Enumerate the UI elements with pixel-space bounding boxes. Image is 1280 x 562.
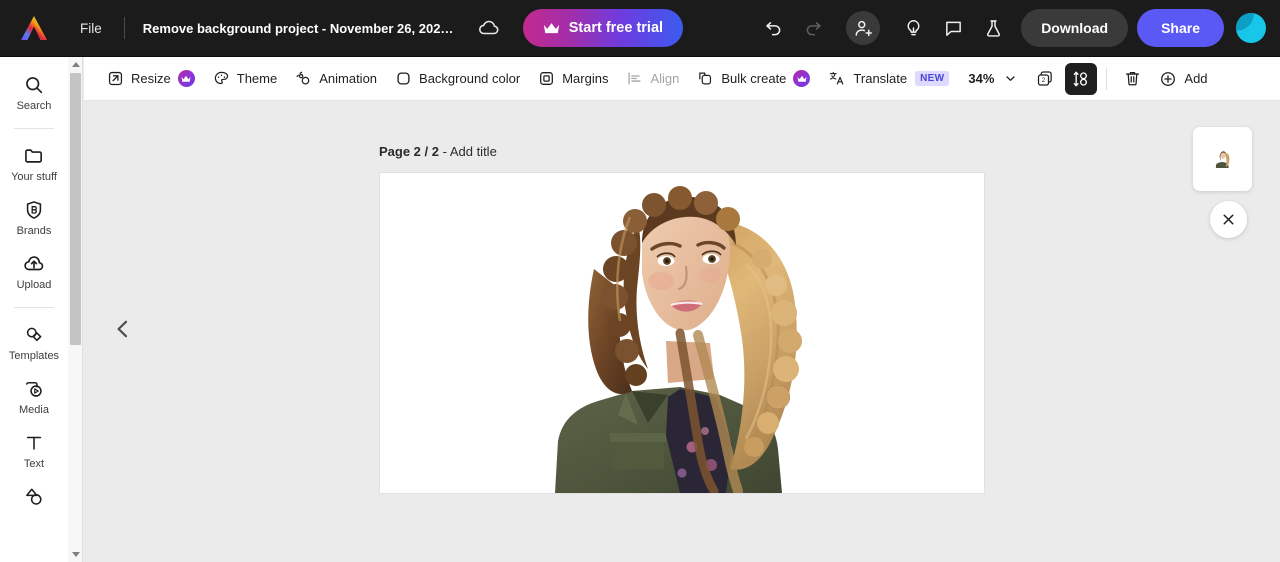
elements-shapes-icon: [23, 486, 45, 508]
flask-icon[interactable]: [976, 11, 1010, 45]
toolbar-label-translate: Translate: [853, 71, 908, 86]
sidebar-label-your-stuff: Your stuff: [11, 171, 57, 183]
top-bar: File Remove background project - Novembe…: [0, 0, 1280, 57]
svg-text:2: 2: [1042, 76, 1046, 83]
add-person-icon[interactable]: [846, 11, 881, 45]
sidebar-divider: [14, 128, 54, 129]
add-page-button[interactable]: Add: [1150, 63, 1216, 95]
folder-icon: [23, 145, 45, 167]
media-icon: [23, 378, 45, 400]
page-number-text: Page 2 / 2: [379, 144, 439, 159]
sidebar-label-media: Media: [19, 404, 49, 416]
share-button[interactable]: Share: [1137, 9, 1224, 47]
cloud-icon[interactable]: [473, 12, 505, 44]
premium-crown-icon: [793, 70, 811, 87]
toolbar-item-bulk-create[interactable]: Bulk create: [688, 63, 819, 95]
start-free-trial-label: Start free trial: [568, 20, 664, 36]
sidebar-item-search[interactable]: Search: [3, 67, 65, 119]
page-title-label[interactable]: Page 2 / 2 - Add title: [379, 144, 497, 159]
upload-cloud-icon: [23, 253, 45, 275]
previous-page-button[interactable]: [102, 308, 144, 350]
sidebar-label-text: Text: [23, 458, 45, 470]
toolbar-item-translate[interactable]: Translate NEW: [819, 63, 958, 95]
toolbar-label-margins: Margins: [562, 71, 609, 86]
sidebar-item-your-stuff[interactable]: Your stuff: [3, 138, 65, 190]
toolbar-label-resize: Resize: [131, 71, 171, 86]
scrollbar-thumb[interactable]: [70, 73, 81, 345]
sidebar-divider: [14, 307, 54, 308]
toolbar-label-animation: Animation: [319, 71, 378, 86]
adobe-express-logo[interactable]: [12, 6, 56, 50]
grid-view-icon[interactable]: [1065, 62, 1098, 95]
close-icon: [1220, 211, 1237, 228]
sidebar-label-search: Search: [16, 100, 52, 112]
search-icon: [23, 74, 45, 96]
user-avatar[interactable]: [1236, 13, 1266, 43]
new-badge: NEW: [915, 71, 950, 86]
canvas-stage: Page 2 / 2 - Add title: [84, 102, 1280, 562]
document-title[interactable]: Remove background project - November 26,…: [135, 15, 465, 42]
trash-icon[interactable]: [1116, 63, 1148, 95]
toolbar-label-theme: Theme: [236, 71, 278, 86]
brand-shield-icon: [23, 199, 45, 221]
toolbar-item-theme[interactable]: Theme: [204, 63, 286, 95]
zoom-level-value: 34%: [968, 71, 995, 86]
sidebar-item-media[interactable]: Media: [3, 371, 65, 423]
scroll-up-arrow-icon[interactable]: [68, 57, 83, 72]
toolbar-label-align: Align: [650, 71, 680, 86]
toolbar-label-background-color: Background color: [419, 71, 521, 86]
file-menu-button[interactable]: File: [68, 15, 114, 42]
sidebar-item-templates[interactable]: Templates: [3, 317, 65, 369]
undo-icon[interactable]: [756, 11, 790, 45]
lightbulb-icon[interactable]: [896, 11, 930, 45]
sidebar-scrollbar[interactable]: [68, 57, 83, 562]
add-title-text: - Add title: [438, 144, 497, 159]
chevron-down-icon: [1004, 72, 1017, 85]
animation-icon: [295, 70, 312, 87]
start-free-trial-button[interactable]: Start free trial: [522, 9, 684, 47]
left-sidebar: Search Your stuff Brands Upload Template…: [0, 57, 68, 562]
toolbar-item-resize[interactable]: Resize: [98, 63, 204, 95]
premium-crown-icon: [177, 70, 195, 87]
background-color-icon: [395, 70, 412, 87]
margins-icon: [538, 70, 555, 87]
text-icon: [23, 432, 45, 454]
palette-icon: [213, 70, 230, 87]
canvas-page[interactable]: [380, 173, 984, 493]
bulk-create-icon: [697, 70, 714, 87]
toolbar-item-align: Align: [617, 63, 688, 95]
align-icon: [626, 70, 643, 87]
sidebar-item-text[interactable]: Text: [3, 425, 65, 477]
zoom-level-control[interactable]: 34%: [958, 63, 1027, 95]
add-page-label: Add: [1184, 71, 1208, 86]
sidebar-label-upload: Upload: [16, 279, 52, 291]
toolbar-item-background-color[interactable]: Background color: [386, 63, 529, 95]
sidebar-label-brands: Brands: [16, 225, 52, 237]
page-thumbnail[interactable]: [1193, 127, 1252, 191]
sidebar-item-elements[interactable]: [3, 479, 65, 518]
download-button[interactable]: Download: [1021, 9, 1129, 47]
sidebar-item-brands[interactable]: Brands: [3, 192, 65, 244]
toolbar-label-bulk-create: Bulk create: [721, 71, 787, 86]
comment-icon[interactable]: [936, 11, 970, 45]
sidebar-item-upload[interactable]: Upload: [3, 246, 65, 298]
sidebar-label-templates: Templates: [8, 350, 60, 362]
chevron-left-icon: [111, 317, 135, 341]
header-divider: [123, 17, 125, 39]
redo-icon: [796, 11, 830, 45]
crown-icon: [543, 22, 560, 35]
canvas-portrait-image[interactable]: [380, 173, 984, 493]
templates-icon: [23, 324, 45, 346]
toolbar-item-margins[interactable]: Margins: [529, 63, 617, 95]
scroll-down-arrow-icon[interactable]: [68, 547, 83, 562]
pages-count-icon[interactable]: 2: [1029, 63, 1061, 95]
plus-circle-icon: [1159, 70, 1177, 88]
editor-toolbar: Resize Theme Animation Background color …: [84, 57, 1280, 101]
close-panel-button[interactable]: [1210, 201, 1247, 238]
page-thumbnail-image: [1205, 149, 1240, 169]
resize-icon: [107, 70, 124, 87]
translate-icon: [828, 70, 846, 87]
toolbar-divider: [1106, 67, 1108, 90]
toolbar-item-animation[interactable]: Animation: [286, 63, 386, 95]
